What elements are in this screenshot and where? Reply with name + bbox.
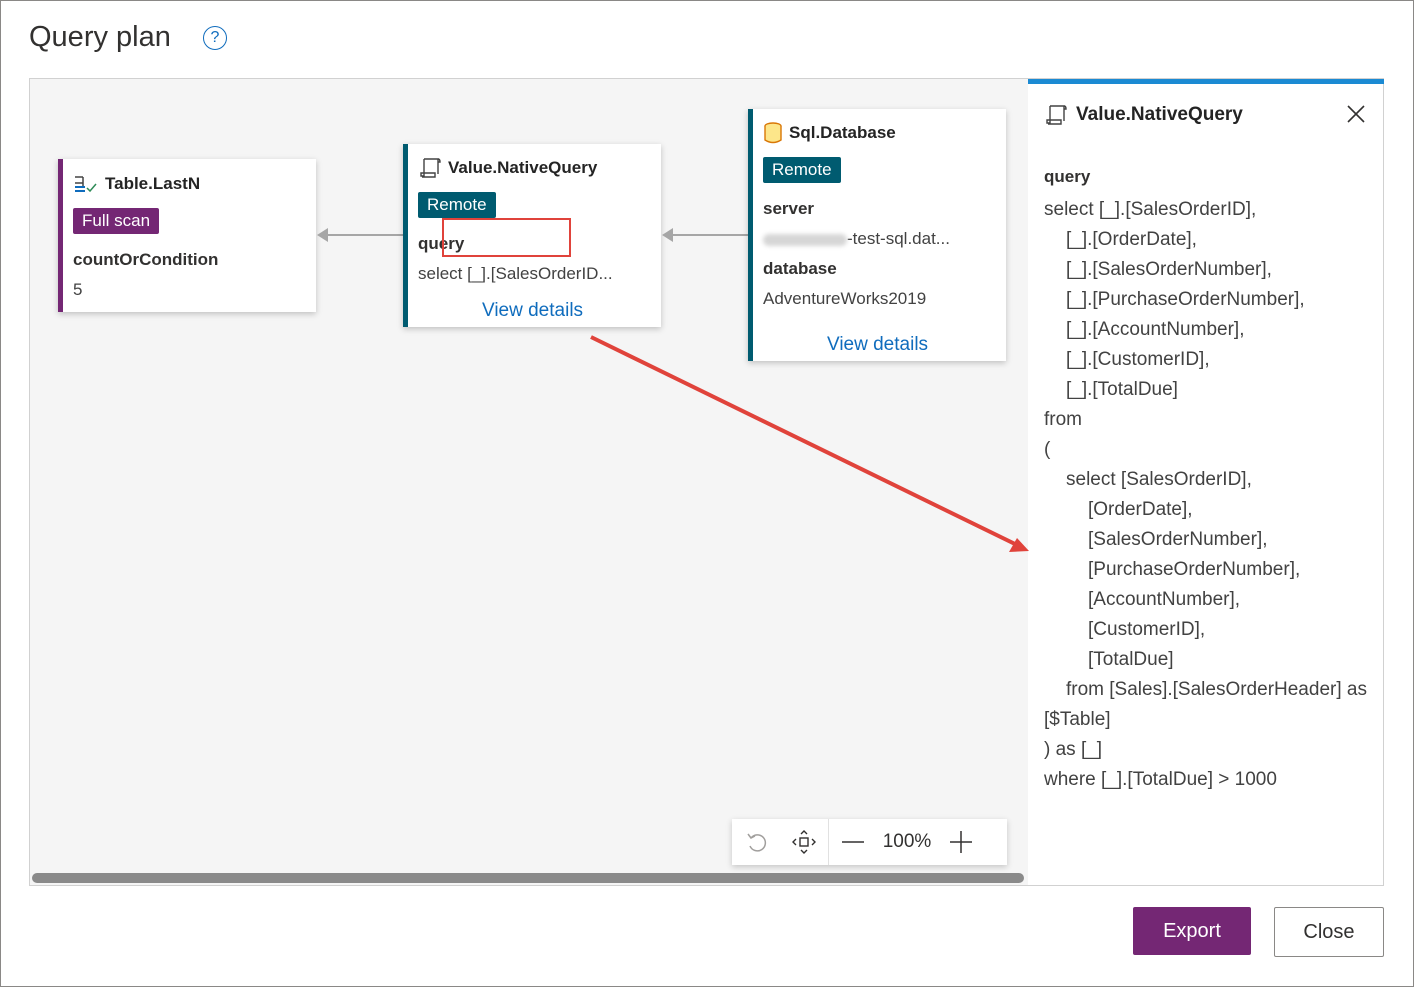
table-lastn-icon [75, 176, 97, 193]
node-title: Table.LastN [105, 174, 201, 193]
code-line: ) as [_] [1044, 739, 1103, 760]
dialog-title: Query plan [29, 21, 171, 53]
zoom-out-button[interactable] [829, 819, 877, 865]
close-button[interactable]: Close [1274, 907, 1384, 957]
close-icon[interactable] [1345, 103, 1367, 125]
server-label: server [763, 199, 815, 218]
node-sql-database[interactable]: Sql.Database Remote server -test-sql.dat… [748, 109, 1006, 361]
node-header: Value.NativeQuery [418, 156, 597, 180]
code-line: [_].[PurchaseOrderNumber], [1066, 289, 1305, 310]
database-label: database [763, 259, 837, 278]
zoom-out-icon [842, 841, 864, 843]
script-icon [420, 158, 441, 178]
panel-accent-bar [1028, 79, 1384, 84]
node-table-lastn[interactable]: Table.LastN Full scan countOrCondition 5 [58, 159, 316, 312]
param-label: countOrCondition [73, 250, 219, 269]
node-accent-bar [58, 159, 63, 312]
query-code: select [_].[SalesOrderID], [_].[OrderDate… [1044, 195, 1374, 795]
node-title: Sql.Database [789, 123, 896, 142]
details-panel: Value.NativeQuery query select [_].[Sale… [1028, 78, 1384, 886]
node-header: Table.LastN [73, 173, 200, 195]
highlight-box [442, 218, 571, 257]
node-header: Sql.Database [763, 121, 896, 145]
database-icon [764, 122, 782, 144]
code-line: from [1044, 409, 1082, 430]
edge-line [671, 234, 749, 236]
reset-icon [747, 833, 767, 852]
code-line: [_].[SalesOrderNumber], [1066, 259, 1272, 280]
view-details-link[interactable]: View details [482, 300, 583, 322]
zoom-in-button[interactable] [937, 819, 985, 865]
remote-badge: Remote [418, 192, 496, 218]
script-icon [1046, 105, 1067, 125]
database-value: AdventureWorks2019 [763, 289, 927, 308]
code-line: select [SalesOrderID], [1066, 469, 1252, 490]
param-value: 5 [73, 280, 83, 299]
panel-header: Value.NativeQuery [1044, 103, 1243, 127]
reset-button[interactable] [732, 819, 780, 865]
fit-view-icon [792, 830, 816, 854]
view-details-link[interactable]: View details [827, 334, 928, 356]
code-line: from [Sales].[SalesOrderHeader] as [1066, 679, 1367, 700]
code-line: [PurchaseOrderNumber], [1088, 559, 1301, 580]
zoom-percent: 100% [882, 831, 932, 852]
code-line: [_].[TotalDue] [1066, 379, 1178, 400]
zoom-toolbar: 100% [732, 819, 1007, 865]
code-line: [_].[AccountNumber], [1066, 319, 1245, 340]
export-button[interactable]: Export [1133, 907, 1251, 955]
fit-view-button[interactable] [780, 819, 828, 865]
code-line: [AccountNumber], [1088, 589, 1241, 610]
code-line: where [_].[TotalDue] > 1000 [1044, 769, 1277, 790]
zoom-in-icon [950, 831, 972, 853]
full-scan-badge: Full scan [73, 208, 160, 234]
redacted-server-name [763, 233, 847, 246]
server-value-text: -test-sql.dat... [847, 229, 950, 248]
node-title: Value.NativeQuery [448, 158, 598, 177]
panel-param-label: query [1044, 167, 1091, 186]
code-line: [_].[OrderDate], [1066, 229, 1197, 250]
code-line: [OrderDate], [1088, 499, 1193, 520]
code-line: ( [1044, 439, 1051, 460]
param-value: select [_].[SalesOrderID... [418, 264, 613, 283]
panel-title: Value.NativeQuery [1076, 104, 1243, 125]
help-icon[interactable]: ? [203, 26, 227, 50]
node-accent-bar [748, 109, 753, 361]
code-line: [SalesOrderNumber], [1088, 529, 1268, 550]
horizontal-scrollbar[interactable] [32, 873, 1024, 883]
server-value: -test-sql.dat... [763, 229, 950, 249]
node-accent-bar [403, 144, 408, 327]
code-line: [$Table] [1044, 709, 1111, 730]
remote-badge: Remote [763, 157, 841, 183]
plan-canvas[interactable]: Table.LastN Full scan countOrCondition 5… [29, 78, 1029, 886]
edge-line [326, 234, 404, 236]
code-line: select [_].[SalesOrderID], [1044, 199, 1257, 220]
code-line: [TotalDue] [1088, 649, 1174, 670]
code-line: [CustomerID], [1088, 619, 1206, 640]
code-line: [_].[CustomerID], [1066, 349, 1210, 370]
query-plan-dialog: Query plan ? Table.LastN Full scan count… [0, 0, 1414, 987]
